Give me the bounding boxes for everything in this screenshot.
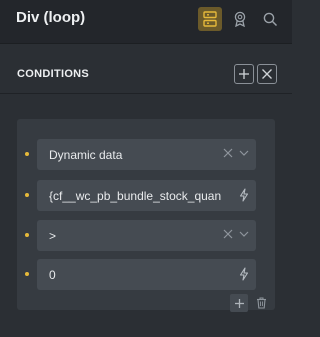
conditions-header: CONDITIONS bbox=[0, 56, 292, 94]
condition-row: > bbox=[17, 220, 275, 251]
condition-row: 0 bbox=[17, 259, 275, 290]
field-value: {cf__wc_pb_bundle_stock_quan bbox=[49, 189, 222, 203]
badge-icon[interactable] bbox=[228, 7, 252, 31]
field-value: > bbox=[49, 229, 57, 243]
field-value: 0 bbox=[49, 268, 56, 282]
layers-icon[interactable] bbox=[198, 7, 222, 31]
element-title: Div (loop) bbox=[16, 9, 86, 26]
header-actions bbox=[198, 7, 282, 31]
condition-group: Dynamic data {cf__wc_pb_bundle_stock_qua… bbox=[17, 119, 275, 312]
section-actions bbox=[234, 64, 277, 84]
chevron-down-icon[interactable] bbox=[238, 147, 250, 159]
panel-header: Div (loop) bbox=[0, 0, 292, 44]
clear-icon[interactable] bbox=[222, 228, 234, 240]
row-indicator bbox=[25, 193, 29, 197]
field-value: Dynamic data bbox=[49, 148, 123, 162]
add-condition-button[interactable] bbox=[230, 294, 248, 312]
clear-icon[interactable] bbox=[222, 147, 234, 159]
row-indicator bbox=[25, 233, 29, 237]
condition-value-input[interactable]: 0 bbox=[37, 259, 256, 290]
close-conditions-button[interactable] bbox=[257, 64, 277, 84]
search-icon[interactable] bbox=[258, 7, 282, 31]
condition-row: {cf__wc_pb_bundle_stock_quan bbox=[17, 180, 275, 211]
condition-key-input[interactable]: {cf__wc_pb_bundle_stock_quan bbox=[37, 180, 256, 211]
trash-icon[interactable] bbox=[252, 294, 270, 312]
condition-row: Dynamic data bbox=[17, 139, 275, 170]
row-indicator bbox=[25, 272, 29, 276]
add-condition-set-button[interactable] bbox=[234, 64, 254, 84]
section-title: CONDITIONS bbox=[17, 68, 90, 80]
lightning-icon[interactable] bbox=[238, 267, 250, 281]
condition-operator-select[interactable]: > bbox=[37, 220, 256, 251]
chevron-down-icon[interactable] bbox=[238, 228, 250, 240]
row-indicator bbox=[25, 152, 29, 156]
condition-source-select[interactable]: Dynamic data bbox=[37, 139, 256, 170]
group-actions bbox=[230, 294, 270, 312]
lightning-icon[interactable] bbox=[238, 188, 250, 202]
